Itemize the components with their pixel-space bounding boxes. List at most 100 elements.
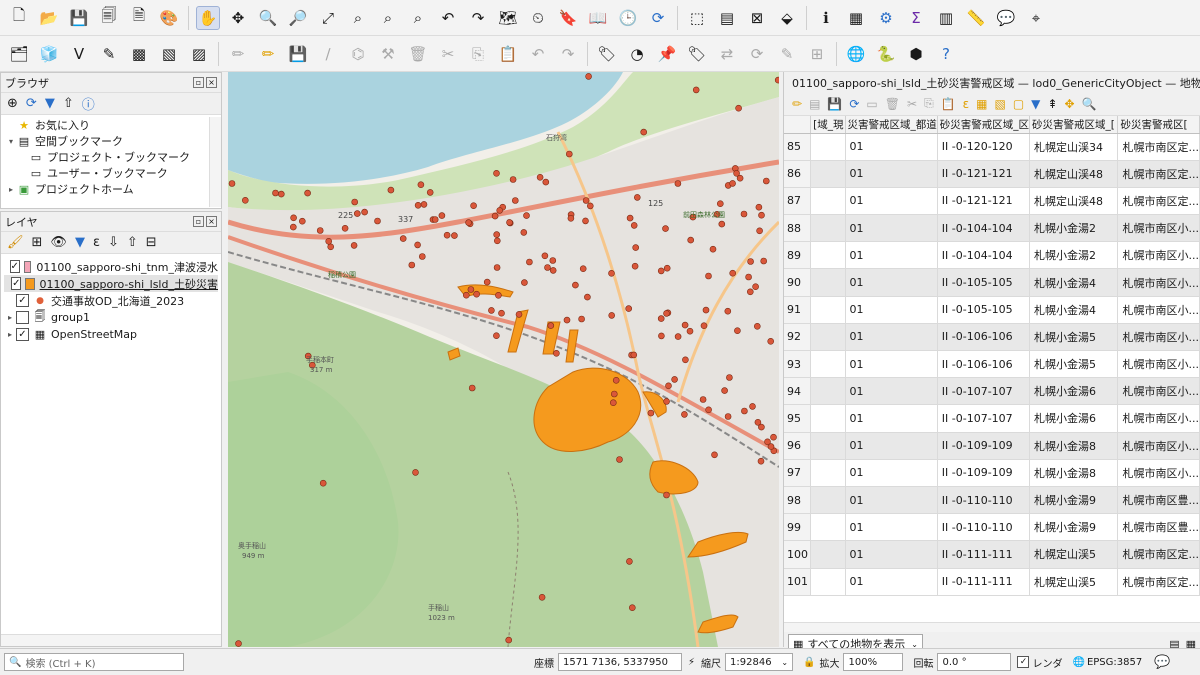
style-brush-icon[interactable]: 🖌 bbox=[7, 235, 24, 250]
table-row[interactable]: 88 01 II -0-104-104 札幌小金湯2 札幌市南区小... bbox=[784, 214, 1200, 243]
clock-icon[interactable]: 🕒 bbox=[616, 6, 640, 30]
browser-scrollbar[interactable] bbox=[209, 117, 221, 207]
render-checkbox[interactable]: ✓ bbox=[1017, 656, 1030, 668]
column-header[interactable]: 災害警戒区域_都道 bbox=[845, 116, 938, 134]
table-cell[interactable]: 札幌小金湯8 bbox=[1029, 459, 1119, 487]
attribute-table-icon[interactable]: ▦ bbox=[844, 6, 868, 30]
python-icon[interactable]: 🐍 bbox=[874, 42, 898, 66]
paste-icon[interactable]: 📋 bbox=[941, 97, 956, 111]
table-row[interactable]: 87 01 II -0-121-121 札幌定山渓48 札幌市南区定... bbox=[784, 187, 1200, 216]
zoom-last-icon[interactable]: ↶ bbox=[436, 6, 460, 30]
label-icon[interactable]: 🏷 bbox=[595, 42, 619, 66]
table-cell[interactable]: II -0-105-105 bbox=[937, 268, 1031, 297]
diagram-icon[interactable]: ◔ bbox=[625, 42, 649, 66]
browser-item[interactable]: ★ お気に入り bbox=[5, 117, 217, 133]
collapse-all-icon[interactable]: ⇧ bbox=[63, 96, 74, 111]
table-cell[interactable] bbox=[810, 568, 846, 596]
visibility-eye-icon[interactable]: 👁 bbox=[50, 235, 67, 250]
copy-icon[interactable]: ⎘ bbox=[924, 96, 934, 111]
delete-icon[interactable]: 🗑 bbox=[406, 42, 430, 66]
table-cell[interactable]: II -0-110-110 bbox=[937, 486, 1031, 515]
open-project-icon[interactable]: 📂 bbox=[37, 6, 61, 30]
table-cell[interactable] bbox=[810, 323, 846, 352]
float-icon[interactable]: ▫ bbox=[193, 77, 204, 88]
pan-to-selection-icon[interactable]: ✥ bbox=[226, 6, 250, 30]
table-cell[interactable]: 01 bbox=[845, 540, 938, 569]
style-manager-icon[interactable]: 🎨 bbox=[157, 6, 181, 30]
table-cell[interactable]: II -0-109-109 bbox=[937, 432, 1031, 460]
label-prop-icon[interactable]: ⊞ bbox=[805, 42, 829, 66]
table-cell[interactable]: 札幌市南区小... bbox=[1117, 459, 1200, 487]
table-cell[interactable]: 01 bbox=[845, 459, 938, 487]
row-number[interactable]: 94 bbox=[784, 377, 812, 406]
table-cell[interactable]: 札幌定山渓5 bbox=[1029, 568, 1119, 596]
table-row[interactable]: 85 01 II -0-120-120 札幌定山渓34 札幌市南区定... bbox=[784, 133, 1200, 161]
table-cell[interactable]: 札幌市南区定... bbox=[1117, 160, 1200, 188]
table-cell[interactable] bbox=[810, 432, 846, 460]
table-cell[interactable]: 01 bbox=[845, 350, 938, 379]
delete-icon[interactable]: 🗑 bbox=[885, 97, 900, 111]
modify-attr-icon[interactable]: ⚒ bbox=[376, 42, 400, 66]
table-cell[interactable] bbox=[810, 404, 846, 433]
save-as-icon[interactable]: 🗐 bbox=[97, 6, 121, 30]
expand-arrow-icon[interactable]: ▸ bbox=[4, 313, 16, 322]
print-layout-icon[interactable]: 🗎 bbox=[127, 6, 151, 30]
scale-field[interactable]: 1:92846 ⌄ bbox=[725, 653, 794, 671]
extents-toggle-icon[interactable]: ⚡ bbox=[688, 657, 695, 668]
plugin-globe-icon[interactable]: 🌐 bbox=[844, 42, 868, 66]
refresh-icon[interactable]: ⟳ bbox=[646, 6, 670, 30]
new-project-icon[interactable]: 🗋 bbox=[7, 6, 31, 30]
expand-all-icon[interactable]: ⇩ bbox=[108, 235, 119, 250]
toggle-edit-icon[interactable]: ✏ bbox=[792, 97, 802, 111]
zoom-native-icon[interactable]: ⌕ bbox=[406, 6, 430, 30]
table-cell[interactable] bbox=[810, 377, 846, 406]
pan-to-selection-icon[interactable]: ✥ bbox=[1064, 97, 1074, 111]
table-cell[interactable]: 札幌小金湯2 bbox=[1029, 241, 1119, 270]
zoom-selection-icon[interactable]: ⌕ bbox=[346, 6, 370, 30]
row-number[interactable]: 86 bbox=[784, 160, 812, 188]
layer-item[interactable]: ▸ ✓ ▦ OpenStreetMap bbox=[4, 326, 218, 343]
table-cell[interactable]: 札幌市南区豊... bbox=[1117, 486, 1200, 515]
deselect-icon[interactable]: ▢ bbox=[1013, 97, 1024, 111]
table-row[interactable]: 100 01 II -0-111-111 札幌定山渓5 札幌市南区定... bbox=[784, 540, 1200, 569]
lock-icon[interactable]: 🔒 bbox=[803, 657, 815, 668]
table-cell[interactable]: II -0-107-107 bbox=[937, 404, 1031, 433]
show-bookmarks-icon[interactable]: 📖 bbox=[586, 6, 610, 30]
table-cell[interactable]: 札幌市南区定... bbox=[1117, 133, 1200, 161]
table-cell[interactable]: 札幌小金湯8 bbox=[1029, 432, 1119, 460]
new-layer-icon[interactable]: 🧊 bbox=[37, 42, 61, 66]
table-row[interactable]: 86 01 II -0-121-121 札幌定山渓48 札幌市南区定... bbox=[784, 160, 1200, 188]
select-expression-icon[interactable]: ε bbox=[963, 97, 970, 111]
table-cell[interactable]: 札幌小金湯4 bbox=[1029, 268, 1119, 297]
table-row[interactable]: 98 01 II -0-110-110 札幌小金湯9 札幌市南区豊... bbox=[784, 486, 1200, 515]
row-number[interactable]: 99 bbox=[784, 513, 812, 542]
select-features-icon[interactable]: ⬚ bbox=[685, 6, 709, 30]
table-cell[interactable]: II -0-107-107 bbox=[937, 377, 1031, 406]
zoom-selection-icon[interactable]: 🔍 bbox=[1082, 97, 1097, 111]
paste-icon[interactable]: 📋 bbox=[496, 42, 520, 66]
table-cell[interactable]: 札幌市南区定... bbox=[1117, 540, 1200, 569]
table-row[interactable]: 94 01 II -0-107-107 札幌小金湯6 札幌市南区小... bbox=[784, 377, 1200, 406]
table-cell[interactable]: 札幌小金湯9 bbox=[1029, 513, 1119, 542]
float-icon[interactable]: ▫ bbox=[193, 216, 204, 227]
row-number[interactable]: 85 bbox=[784, 133, 812, 161]
table-cell[interactable]: 01 bbox=[845, 486, 938, 515]
row-number[interactable]: 93 bbox=[784, 350, 812, 379]
raster-icon[interactable]: ▩ bbox=[127, 42, 151, 66]
layer-checkbox[interactable]: ✓ bbox=[16, 328, 29, 341]
browser-item[interactable]: ▾ ▤ 空間ブックマーク bbox=[5, 133, 217, 149]
virtual-layer-icon[interactable]: ▨ bbox=[187, 42, 211, 66]
coordinate-field[interactable]: 1571 7136, 5337950 bbox=[558, 653, 682, 671]
table-cell[interactable]: 札幌市南区小... bbox=[1117, 268, 1200, 297]
table-row[interactable]: 90 01 II -0-105-105 札幌小金湯4 札幌市南区小... bbox=[784, 268, 1200, 297]
table-cell[interactable] bbox=[810, 350, 846, 379]
row-number[interactable]: 95 bbox=[784, 404, 812, 433]
crs-button[interactable]: EPSG:3857 bbox=[1087, 657, 1142, 668]
table-cell[interactable] bbox=[810, 133, 846, 161]
info-icon[interactable]: ⓘ bbox=[82, 94, 95, 113]
close-icon[interactable]: × bbox=[206, 216, 217, 227]
table-cell[interactable]: 札幌小金湯6 bbox=[1029, 377, 1119, 406]
add-vector-icon[interactable]: V bbox=[67, 42, 91, 66]
change-label-icon[interactable]: ✎ bbox=[775, 42, 799, 66]
expand-arrow-icon[interactable]: ▸ bbox=[4, 330, 16, 339]
